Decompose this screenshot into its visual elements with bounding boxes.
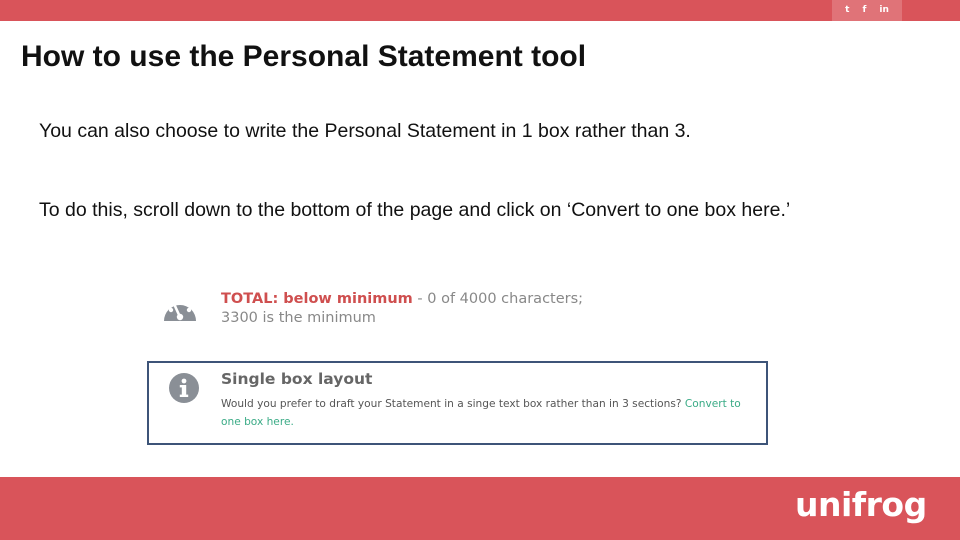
single-box-text: Would you prefer to draft your Statement…: [221, 398, 685, 410]
total-count-label: - 0 of 4000 characters;: [412, 291, 584, 307]
slide-title: How to use the Personal Statement tool: [21, 40, 587, 73]
info-icon: [168, 372, 200, 409]
instruction-paragraph-1: You can also choose to write the Persona…: [39, 120, 691, 142]
unifrog-logo: unifrog: [795, 485, 927, 524]
single-box-layout-panel: Single box layout Would you prefer to dr…: [147, 361, 768, 445]
character-total-row: TOTAL: below minimum - 0 of 4000 charact…: [162, 288, 642, 332]
gauge-icon: [162, 293, 198, 328]
total-status-label: TOTAL: below minimum: [221, 291, 413, 307]
instruction-paragraph-2: To do this, scroll down to the bottom of…: [39, 199, 791, 221]
total-minimum-label: 3300 is the minimum: [221, 310, 376, 326]
single-box-heading: Single box layout: [221, 370, 373, 388]
facebook-icon[interactable]: f: [862, 6, 866, 15]
character-total-text: TOTAL: below minimum - 0 of 4000 charact…: [221, 289, 583, 328]
single-box-description: Would you prefer to draft your Statement…: [221, 395, 761, 431]
top-bar: t f in: [0, 0, 960, 21]
twitter-icon[interactable]: t: [845, 6, 849, 15]
social-links: t f in: [832, 0, 902, 21]
linkedin-icon[interactable]: in: [879, 6, 889, 15]
